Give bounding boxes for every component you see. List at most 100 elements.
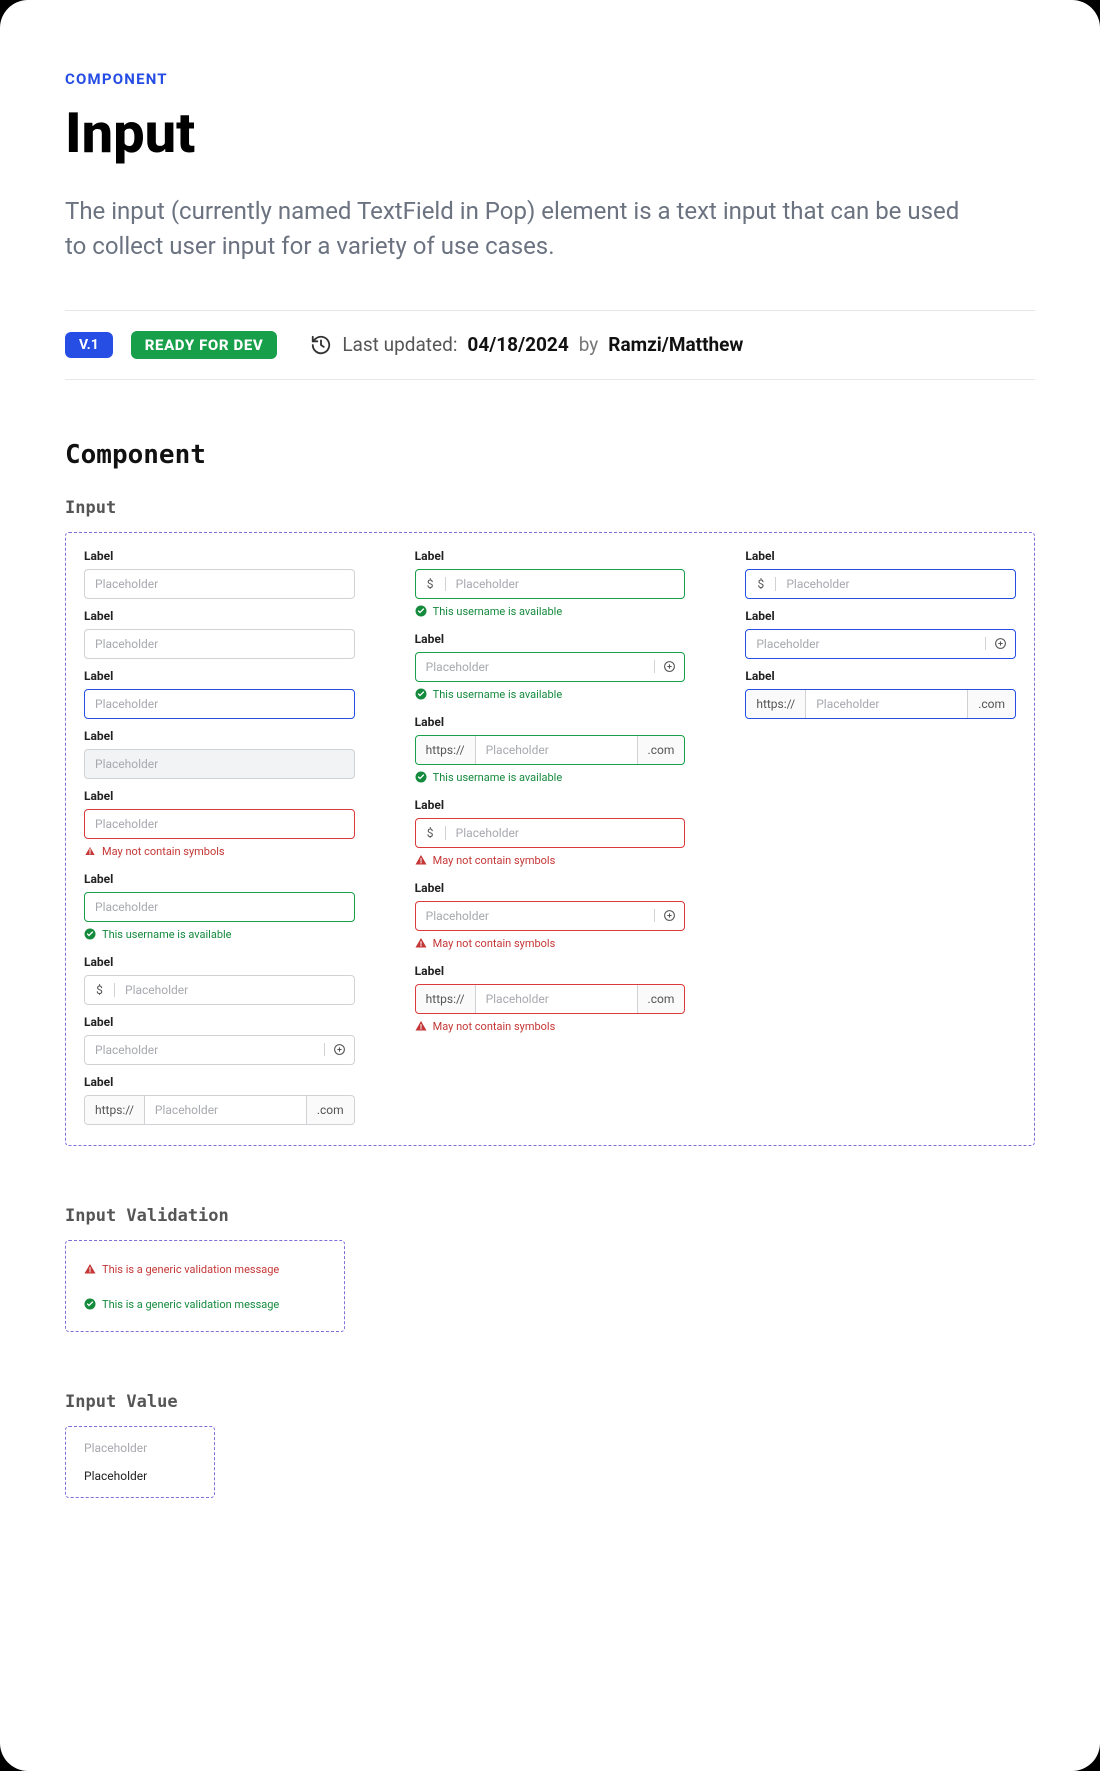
field-label: Label [84,1075,355,1089]
plus-circle-icon[interactable] [985,637,1015,650]
eyebrow: COMPONENT [65,70,1035,88]
placeholder: Placeholder [416,660,655,674]
field-label: Label [84,955,355,969]
field-label: Label [84,789,355,803]
field-label: Label [415,632,686,646]
input-variants-box: Label Placeholder Label Placeholder Labe… [65,532,1035,1146]
text-input-addons-success[interactable]: https:// Placeholder .com [415,735,686,765]
plus-circle-icon[interactable] [654,660,684,673]
updated-date: 04/18/2024 [467,333,568,356]
field-label: Label [745,549,1016,563]
column-2: Label $ Placeholder This username is ava… [415,549,686,1129]
plus-circle-icon[interactable] [654,909,684,922]
text-input-icon-suffix[interactable]: Placeholder [84,1035,355,1065]
placeholder: Placeholder [85,697,354,711]
text-input-addons[interactable]: https:// Placeholder .com [84,1095,355,1125]
dollar-icon: $ [85,983,115,997]
validation-success: This is a generic validation message [84,1298,326,1311]
page-description: The input (currently named TextField in … [65,194,965,264]
plus-circle-icon[interactable] [324,1043,354,1056]
error-message: May not contain symbols [84,845,355,858]
placeholder: Placeholder [85,757,354,771]
placeholder: Placeholder [85,637,354,651]
placeholder: Placeholder [145,1103,306,1117]
error-message: May not contain symbols [415,937,686,950]
field-label: Label [84,549,355,563]
subsection-value: Input Value [65,1392,1035,1412]
text-input-icon-prefix[interactable]: $ Placeholder [84,975,355,1005]
text-input-icon-success[interactable]: $ Placeholder [415,569,686,599]
text-input-addons-focus[interactable]: https:// Placeholder .com [745,689,1016,719]
addon-prefix: https:// [746,690,806,718]
updated-label: Last updated: [342,333,457,356]
text-input-suffix-focus[interactable]: Placeholder [745,629,1016,659]
placeholder: Placeholder [806,697,967,711]
placeholder: Placeholder [446,826,685,840]
status-badge: READY FOR DEV [131,331,278,359]
placeholder: Placeholder [746,637,985,651]
text-input-suffix-error[interactable]: Placeholder [415,901,686,931]
text-input-icon-error[interactable]: $ Placeholder [415,818,686,848]
field-label: Label [745,609,1016,623]
addon-suffix: .com [967,690,1015,718]
text-input-suffix-success[interactable]: Placeholder [415,652,686,682]
text-input-success[interactable]: Placeholder [84,892,355,922]
section-component-title: Component [65,440,1035,470]
error-message: May not contain symbols [415,854,686,867]
dollar-icon: $ [416,577,446,591]
text-input-disabled: Placeholder [84,749,355,779]
dollar-icon: $ [746,577,776,591]
column-1: Label Placeholder Label Placeholder Labe… [84,549,355,1129]
placeholder: Placeholder [416,909,655,923]
text-input-addons-error[interactable]: https:// Placeholder .com [415,984,686,1014]
success-message: This username is available [415,605,686,618]
subsection-validation: Input Validation [65,1206,1035,1226]
success-message: This username is available [415,771,686,784]
placeholder: Placeholder [476,743,637,757]
addon-suffix: .com [637,736,685,764]
field-label: Label [415,798,686,812]
addon-suffix: .com [306,1096,354,1124]
placeholder: Placeholder [85,900,354,914]
authors: Ramzi/Matthew [608,333,743,356]
field-label: Label [415,715,686,729]
text-input-default[interactable]: Placeholder [84,629,355,659]
field-label: Label [84,609,355,623]
field-label: Label [415,964,686,978]
text-input-icon-focus[interactable]: $ Placeholder [745,569,1016,599]
placeholder: Placeholder [115,983,354,997]
text-input-focus[interactable]: Placeholder [84,689,355,719]
field-label: Label [415,881,686,895]
page-title: Input [65,100,1035,166]
placeholder: Placeholder [476,992,637,1006]
validation-error: This is a generic validation message [84,1263,326,1276]
addon-prefix: https:// [416,736,476,764]
field-label: Label [84,1015,355,1029]
value-placeholder: Placeholder [84,1441,196,1455]
value-box: Placeholder Placeholder [65,1426,215,1498]
validation-box: This is a generic validation message Thi… [65,1240,345,1332]
placeholder: Placeholder [446,577,685,591]
field-label: Label [84,872,355,886]
addon-prefix: https:// [416,985,476,1013]
subsection-input: Input [65,498,1035,518]
field-label: Label [84,729,355,743]
error-message: May not contain symbols [415,1020,686,1033]
addon-prefix: https:// [85,1096,145,1124]
history-icon [310,334,332,356]
placeholder: Placeholder [776,577,1015,591]
dollar-icon: $ [416,826,446,840]
text-input-default[interactable]: Placeholder [84,569,355,599]
placeholder: Placeholder [85,577,354,591]
placeholder: Placeholder [85,1043,324,1057]
placeholder: Placeholder [85,817,354,831]
column-3: Label $ Placeholder Label Placeholder [745,549,1016,1129]
success-message: This username is available [415,688,686,701]
version-badge: V.1 [65,332,113,358]
value-filled: Placeholder [84,1469,196,1483]
text-input-error[interactable]: Placeholder [84,809,355,839]
meta-row: V.1 READY FOR DEV Last updated: 04/18/20… [65,311,1035,380]
success-message: This username is available [84,928,355,941]
by-label: by [579,333,599,356]
field-label: Label [84,669,355,683]
